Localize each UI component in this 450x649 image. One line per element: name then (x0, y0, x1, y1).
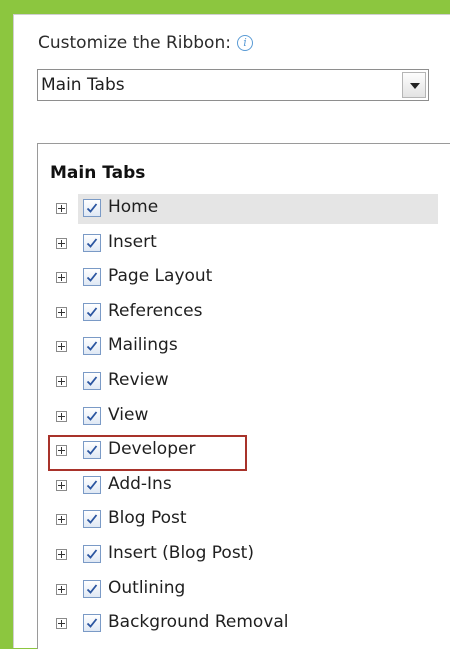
checkmark-icon (86, 618, 98, 629)
expand-plus-icon[interactable] (56, 479, 67, 491)
tree-item-label: References (108, 300, 203, 321)
main-tabs-tree[interactable]: Main Tabs Home Insert Page Layout Reference… (37, 143, 450, 649)
tree-item-blog-post[interactable]: Blog Post (38, 504, 438, 538)
ribbon-tabs-dropdown[interactable]: Main Tabs (37, 69, 429, 101)
checkmark-icon (86, 514, 98, 525)
expand-plus-icon[interactable] (56, 583, 67, 595)
developer-highlight-box (48, 435, 247, 471)
expand-plus-icon[interactable] (56, 376, 67, 387)
tree-item-outlining[interactable]: Outlining (38, 574, 438, 608)
expand-plus-icon[interactable] (56, 306, 67, 318)
tab-checkbox[interactable] (83, 199, 101, 217)
tab-checkbox[interactable] (83, 510, 101, 529)
tree-item-review[interactable]: Review (38, 366, 438, 400)
tab-checkbox[interactable] (83, 475, 101, 494)
tree-item-insert[interactable]: Insert (38, 228, 438, 262)
tree-item-label: Add-Ins (108, 473, 172, 494)
checkmark-icon (86, 549, 98, 559)
dropdown-selected-value: Main Tabs (41, 75, 125, 95)
expand-plus-icon[interactable] (56, 618, 67, 630)
tree-item-home[interactable]: Home (38, 193, 438, 227)
checkmark-icon (86, 307, 98, 317)
expand-plus-icon[interactable] (56, 272, 67, 284)
checkmark-icon (86, 480, 98, 490)
tree-item-label: Background Removal (108, 612, 289, 633)
tree-item-references[interactable]: References (38, 297, 438, 331)
tab-checkbox[interactable] (83, 233, 101, 252)
customize-ribbon-heading: Customize the Ribbon: i (38, 33, 253, 53)
expand-plus-icon[interactable] (56, 410, 67, 422)
tree-item-label: Review (108, 370, 169, 390)
customize-ribbon-panel: Customize the Ribbon: i Main Tabs Main Ta… (13, 14, 450, 649)
checkmark-icon (86, 584, 98, 594)
checkmark-icon (86, 341, 98, 352)
checkmark-icon (86, 376, 98, 386)
tree-item-label: Home (108, 197, 159, 217)
tree-item-add-ins[interactable]: Add-Ins (38, 470, 438, 504)
tree-item-label: View (108, 404, 149, 425)
checkmark-icon (86, 411, 98, 421)
tab-checkbox[interactable] (83, 406, 101, 425)
tree-item-background-removal[interactable]: Background Removal (38, 608, 438, 642)
checkmark-icon (86, 238, 98, 248)
checkmark-icon (86, 272, 98, 283)
tab-checkbox[interactable] (83, 614, 101, 633)
chevron-down-icon[interactable] (402, 72, 426, 98)
heading-label: Customize the Ribbon: (38, 33, 231, 53)
tree-item-label: Insert (Blog Post) (108, 543, 254, 563)
tree-item-label: Page Layout (108, 266, 213, 287)
tree-header: Main Tabs (50, 163, 146, 183)
checkmark-icon (86, 203, 98, 213)
tree-item-label: Blog Post (108, 508, 187, 529)
info-icon[interactable]: i (236, 35, 253, 51)
tab-checkbox[interactable] (83, 337, 101, 356)
expand-plus-icon[interactable] (56, 203, 67, 214)
tab-checkbox[interactable] (83, 302, 101, 321)
tree-item-page-layout[interactable]: Page Layout (38, 262, 438, 296)
tree-item-mailings[interactable]: Mailings (38, 331, 438, 365)
tree-item-insert-blog-post[interactable]: Insert (Blog Post) (38, 539, 438, 573)
expand-plus-icon[interactable] (56, 237, 67, 249)
tab-checkbox[interactable] (83, 372, 101, 390)
expand-plus-icon[interactable] (56, 341, 67, 353)
tree-item-view[interactable]: View (38, 401, 438, 435)
tree-item-label: Mailings (108, 335, 178, 356)
expand-plus-icon[interactable] (56, 549, 67, 560)
tree-item-label: Outlining (108, 577, 186, 598)
tab-checkbox[interactable] (83, 579, 101, 598)
tab-checkbox[interactable] (83, 545, 101, 563)
tree-item-label: Insert (108, 231, 157, 252)
expand-plus-icon[interactable] (56, 514, 67, 526)
tab-checkbox[interactable] (83, 268, 101, 287)
